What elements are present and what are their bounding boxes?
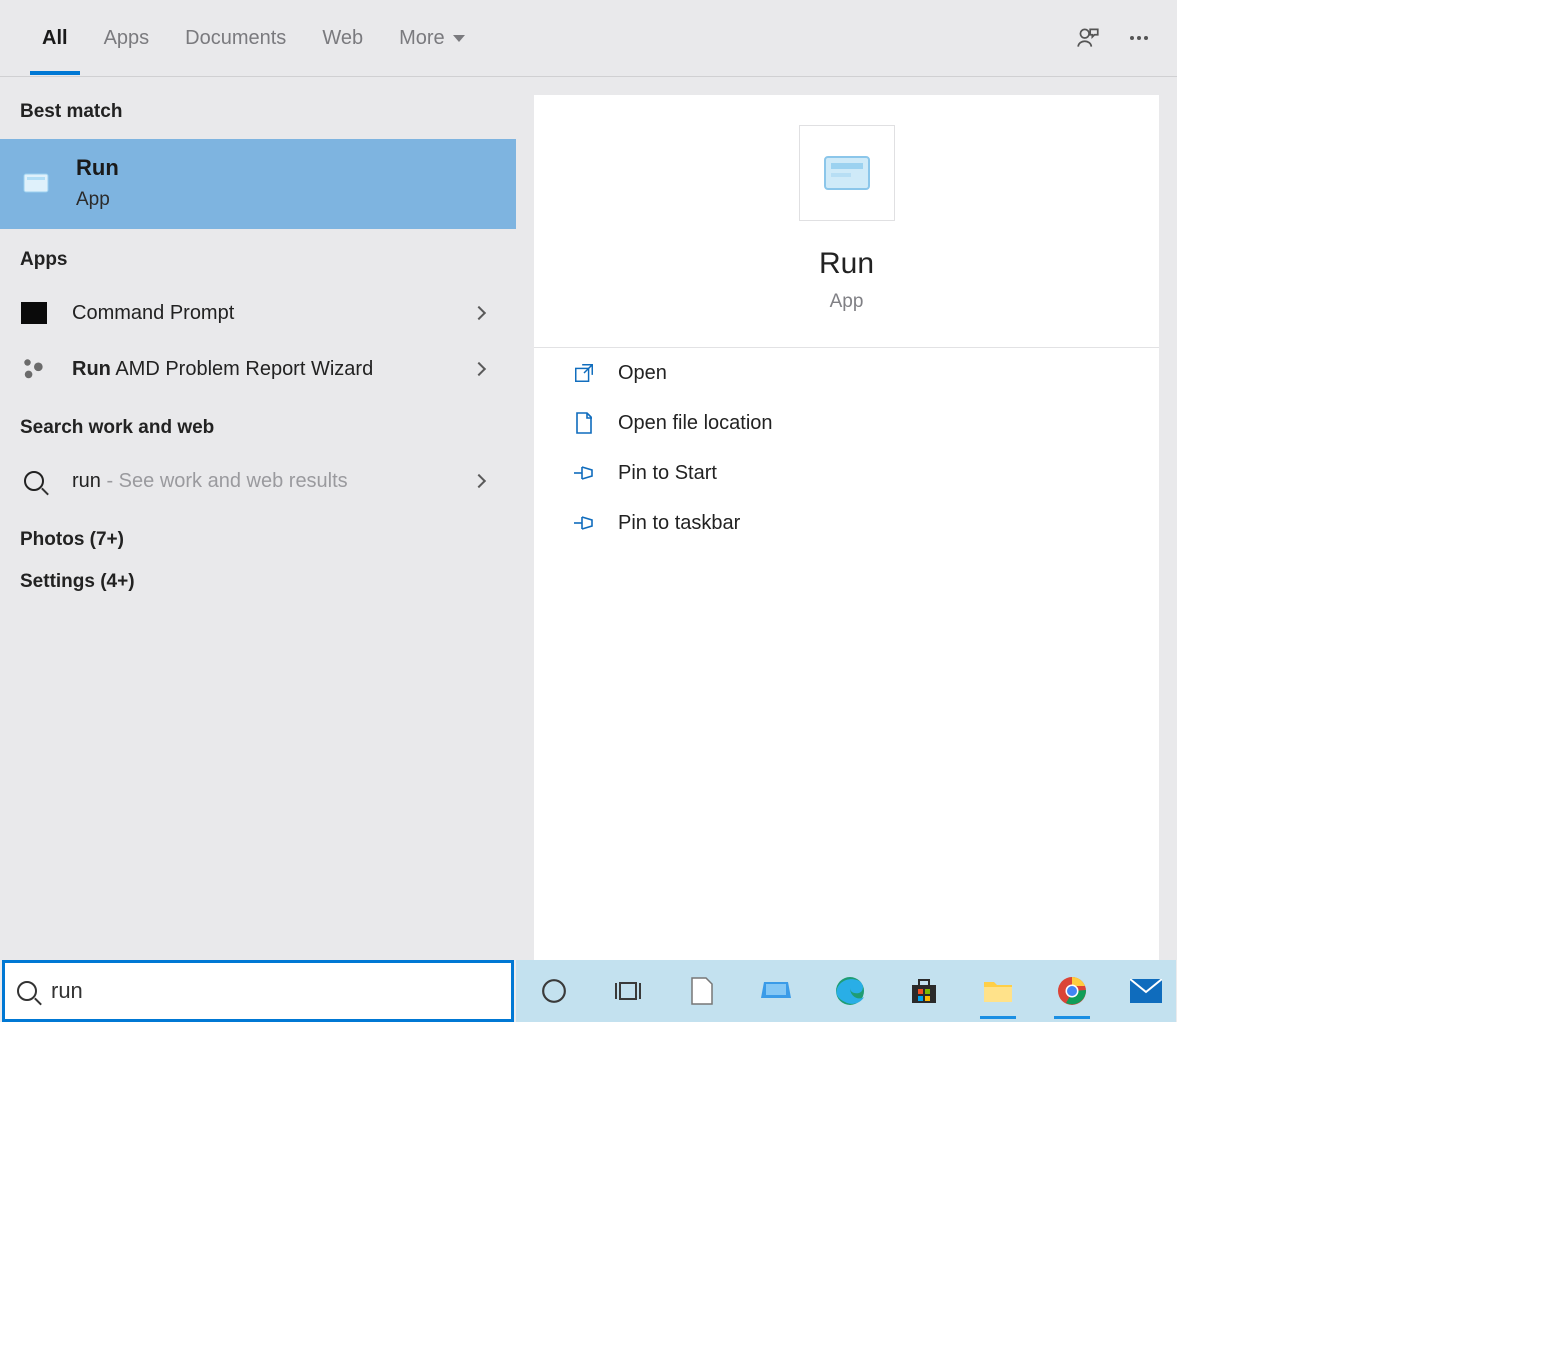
detail-icon-box	[799, 125, 895, 221]
run-icon	[20, 167, 52, 199]
file-location-icon	[572, 411, 596, 435]
detail-subtitle: App	[830, 291, 864, 313]
task-edge[interactable]	[830, 963, 870, 1019]
task-libreoffice[interactable]	[682, 963, 722, 1019]
action-label: Open file location	[618, 412, 773, 435]
result-web-search[interactable]: run - See work and web results	[0, 453, 516, 509]
section-photos[interactable]: Photos (7+)	[0, 509, 516, 565]
best-match-item[interactable]: Run App	[0, 139, 516, 229]
action-pin-to-start[interactable]: Pin to Start	[534, 448, 1159, 498]
task-mail[interactable]	[1126, 963, 1166, 1019]
action-label: Open	[618, 362, 667, 385]
search-icon	[20, 467, 48, 495]
web-term: run	[72, 470, 101, 492]
task-taskview[interactable]	[608, 963, 648, 1019]
run-icon	[823, 153, 871, 193]
canvas-background-right	[1177, 0, 1568, 1022]
result-label-rest: AMD Problem Report Wizard	[111, 358, 373, 380]
tab-web[interactable]: Web	[304, 27, 381, 50]
task-cortana[interactable]	[534, 963, 574, 1019]
search-body: Best match Run App Apps Command Prompt	[0, 77, 1177, 960]
caret-down-icon	[453, 35, 465, 42]
pin-icon	[572, 511, 596, 535]
search-icon	[17, 981, 37, 1001]
tab-more[interactable]: More	[381, 27, 483, 50]
result-label-bold: Run	[72, 358, 111, 380]
action-open[interactable]: Open	[534, 348, 1159, 398]
result-label: Run AMD Problem Report Wizard	[72, 358, 373, 381]
section-apps: Apps	[0, 229, 516, 285]
tab-documents[interactable]: Documents	[167, 27, 304, 50]
result-amd-wizard[interactable]: Run AMD Problem Report Wizard	[0, 341, 516, 397]
results-pane: Best match Run App Apps Command Prompt	[0, 77, 516, 960]
search-box[interactable]	[2, 960, 514, 1022]
taskbar	[516, 960, 1176, 1022]
tabbar-right	[1075, 0, 1151, 76]
web-suffix: - See work and web results	[101, 470, 348, 492]
tab-more-label: More	[399, 27, 445, 50]
detail-title: Run	[819, 247, 874, 281]
action-label: Pin to Start	[618, 462, 717, 485]
section-search-work-web: Search work and web	[0, 397, 516, 453]
amd-icon	[20, 355, 48, 383]
task-settings-laptop[interactable]	[756, 963, 796, 1019]
result-command-prompt[interactable]: Command Prompt	[0, 285, 516, 341]
search-window: All Apps Documents Web More Best match	[0, 0, 1177, 960]
detail-pane: Run App Open Open file location	[534, 95, 1159, 960]
feedback-icon[interactable]	[1075, 25, 1101, 51]
detail-pane-wrap: Run App Open Open file location	[516, 77, 1177, 960]
chevron-right-icon	[472, 306, 486, 320]
action-pin-to-taskbar[interactable]: Pin to taskbar	[534, 498, 1159, 548]
action-open-file-location[interactable]: Open file location	[534, 398, 1159, 448]
result-label: run - See work and web results	[72, 470, 348, 493]
open-icon	[572, 361, 596, 385]
best-match-title: Run	[76, 155, 119, 181]
section-best-match: Best match	[0, 77, 516, 139]
command-prompt-icon	[20, 299, 48, 327]
chevron-right-icon	[472, 474, 486, 488]
filter-tabbar: All Apps Documents Web More	[0, 0, 1177, 77]
pin-icon	[572, 461, 596, 485]
tab-all[interactable]: All	[24, 27, 86, 50]
best-match-subtitle: App	[76, 189, 119, 211]
ellipsis-icon[interactable]	[1127, 26, 1151, 50]
detail-header: Run App	[534, 95, 1159, 348]
task-file-explorer[interactable]	[978, 963, 1018, 1019]
chevron-right-icon	[472, 362, 486, 376]
canvas-background	[0, 1022, 1568, 1360]
result-label: Command Prompt	[72, 302, 234, 325]
task-microsoft-store[interactable]	[904, 963, 944, 1019]
best-match-text: Run App	[76, 155, 119, 211]
action-label: Pin to taskbar	[618, 512, 740, 535]
search-input[interactable]	[51, 978, 499, 1004]
task-chrome[interactable]	[1052, 963, 1092, 1019]
section-settings[interactable]: Settings (4+)	[0, 565, 516, 607]
tab-apps[interactable]: Apps	[86, 27, 168, 50]
